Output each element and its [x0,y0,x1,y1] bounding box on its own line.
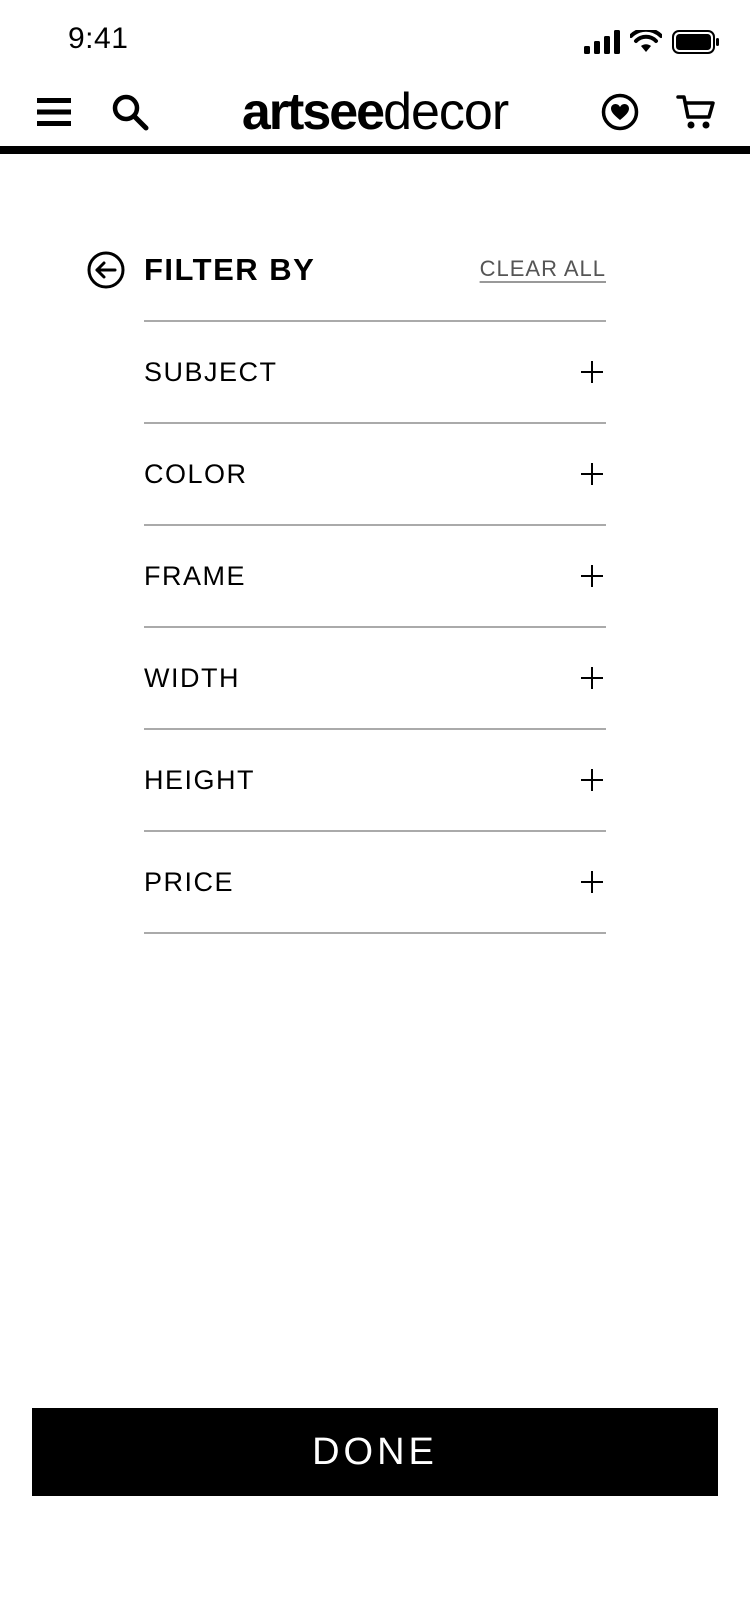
filter-label: SUBJECT [144,357,278,387]
filter-row-color[interactable]: COLOR [144,424,606,526]
battery-icon [672,30,719,54]
plus-icon [581,361,603,383]
filter-label: FRAME [144,561,246,591]
filter-row-price[interactable]: PRICE [144,832,606,934]
plus-icon [581,769,603,791]
filter-title: FILTER BY [144,252,316,287]
plus-icon [581,871,603,893]
logo-bold-text: artsee [241,83,385,141]
back-arrow-icon[interactable] [86,250,126,290]
plus-icon [581,463,603,485]
done-button[interactable]: DONE [32,1408,718,1496]
filter-row-frame[interactable]: FRAME [144,526,606,628]
status-icons [584,30,720,54]
cellular-signal-icon [584,30,620,54]
filter-label: HEIGHT [144,765,256,795]
filter-row-width[interactable]: WIDTH [144,628,606,730]
filter-header: FILTER BY CLEAR ALL [86,248,606,292]
wifi-icon [630,30,662,52]
header-divider [0,146,750,154]
filter-label: COLOR [144,459,248,489]
plus-icon [581,667,603,689]
filter-label: PRICE [144,867,235,897]
filter-row-subject[interactable]: SUBJECT [144,322,606,424]
filter-list: SUBJECT COLOR FRAME WIDTH HEIGHT PRICE [144,320,606,934]
cart-icon[interactable] [672,88,720,136]
status-bar: 9:41 [0,0,750,88]
logo-light-text: decor [383,83,509,141]
app-header: artseedecor [0,80,750,150]
plus-icon [581,565,603,587]
wishlist-heart-icon[interactable] [596,88,644,136]
status-time: 9:41 [68,22,129,55]
clear-all-link[interactable]: CLEAR ALL [480,256,606,282]
filter-row-height[interactable]: HEIGHT [144,730,606,832]
filter-label: WIDTH [144,663,240,693]
